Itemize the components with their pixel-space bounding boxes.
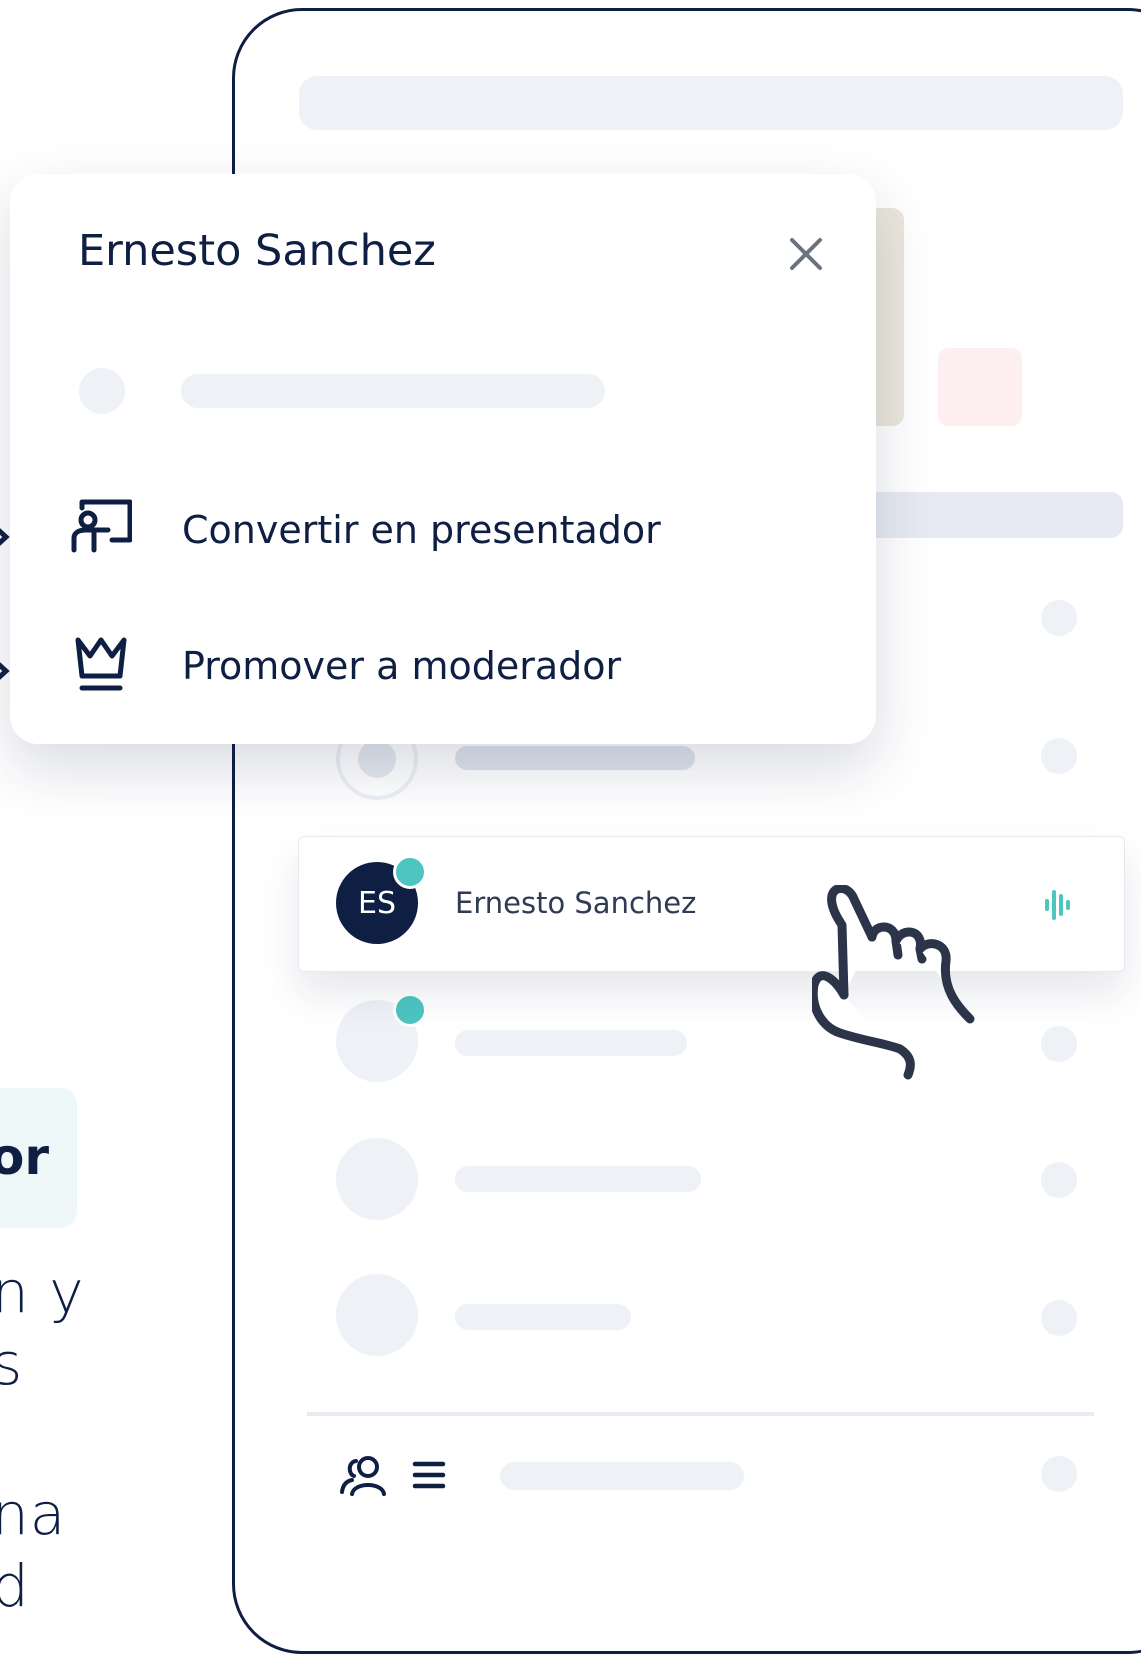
audio-level-icon	[1044, 888, 1070, 922]
row-action-skeleton	[1041, 738, 1077, 774]
arrow-right-icon	[0, 658, 10, 684]
close-icon[interactable]	[784, 232, 828, 276]
alert-tile-skeleton	[938, 348, 1022, 426]
row-action-skeleton	[1041, 1026, 1077, 1062]
section-bar-skeleton	[860, 492, 1123, 538]
avatar-skeleton	[336, 1274, 418, 1356]
hand-cursor-icon	[808, 884, 992, 1090]
participant-row[interactable]	[298, 836, 1125, 972]
name-skeleton	[455, 746, 695, 770]
make-presenter-menu-item[interactable]: Convertir en presentador	[60, 486, 840, 576]
description-line-4: d	[0, 1552, 30, 1620]
menu-item-label: Promover a moderador	[182, 644, 622, 688]
description-line-2: s	[0, 1330, 24, 1398]
name-skeleton	[455, 1304, 631, 1330]
crown-icon	[70, 632, 132, 694]
arrow-right-icon	[0, 524, 10, 550]
description-line-3: na	[0, 1480, 67, 1548]
participants-icon[interactable]	[336, 1454, 394, 1498]
name-skeleton	[455, 1166, 701, 1192]
avatar-skeleton-inner	[358, 740, 396, 778]
role-badge-text: or	[0, 1128, 50, 1186]
row-action-skeleton	[1041, 1162, 1077, 1198]
list-icon[interactable]	[412, 1458, 446, 1492]
presenter-icon	[70, 496, 133, 558]
footer-divider	[307, 1412, 1094, 1416]
online-dot	[393, 855, 427, 889]
avatar-skeleton	[336, 1138, 418, 1220]
participant-name: Ernesto Sanchez	[455, 886, 697, 920]
menu-item-label: Convertir en presentador	[182, 508, 661, 552]
menu-avatar-skeleton	[79, 368, 125, 414]
row-action-skeleton	[1041, 600, 1077, 636]
footer-action-skeleton	[1041, 1456, 1077, 1492]
row-action-skeleton	[1041, 1300, 1077, 1336]
name-skeleton	[455, 1030, 687, 1056]
footer-text-skeleton	[500, 1462, 744, 1490]
online-dot	[393, 993, 427, 1027]
menu-title: Ernesto Sanchez	[78, 226, 436, 276]
description-line-1: n y	[0, 1258, 85, 1326]
promote-moderator-menu-item[interactable]: Promover a moderador	[60, 622, 840, 712]
header-skeleton	[299, 76, 1123, 130]
menu-text-skeleton	[181, 374, 605, 408]
avatar-initials: ES	[358, 885, 396, 921]
